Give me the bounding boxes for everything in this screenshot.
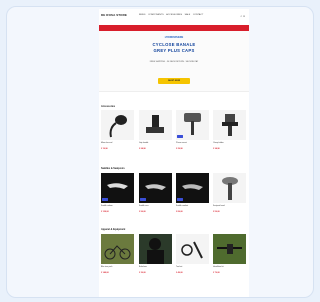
sale-badge (177, 198, 183, 201)
nav-item[interactable]: BIKES (139, 14, 145, 16)
product-card[interactable]: Handlebar kit € 79,00 (213, 234, 246, 278)
product-price: € 79,00 (213, 272, 220, 274)
hero-banner: HYDROSPHERE CYCLOSE BANALE GREY PLUS CAP… (99, 31, 249, 92)
product-name: Seatpost head (213, 205, 225, 207)
webpage-thumbnail: DE ROSA STORE BIKES COMPONENTS ACCESSORI… (99, 9, 249, 297)
grip-icon (139, 110, 172, 140)
seatpost-icon (213, 173, 246, 203)
product-name: Tool set (176, 266, 183, 268)
product-name: Mirror bar end (101, 142, 113, 144)
product-card[interactable]: Saddle race € 99,00 (139, 173, 172, 217)
product-name: Grip handle (139, 142, 149, 144)
sale-badge (102, 198, 108, 201)
hero-title-line1: CYCLOSE BANALE (152, 42, 196, 47)
product-card[interactable]: Balaclava € 39,00 (139, 234, 172, 278)
handlebar-icon (213, 234, 246, 264)
product-price: € 19,90 (101, 148, 108, 150)
product-name: Bike tour pack (101, 266, 113, 268)
site-logo[interactable]: DE ROSA STORE (101, 13, 127, 17)
product-name: Saddle race (139, 205, 149, 207)
product-card[interactable]: Phone mount € 29,90 (176, 110, 209, 154)
product-price: € 129,00 (101, 211, 109, 213)
product-price: € 24,90 (139, 148, 146, 150)
cart-icon[interactable]: ⊡ (243, 14, 245, 18)
product-price: € 29,90 (176, 148, 183, 150)
product-card[interactable]: Mirror bar end € 19,90 (101, 110, 134, 154)
hero-title-line2: GREY PLUS CAPS (153, 48, 195, 53)
product-name: Handlebar kit (213, 266, 224, 268)
product-card[interactable]: Saddle comfort € 89,00 (176, 173, 209, 217)
product-name: Saddle comfort (176, 205, 189, 207)
header-icons: ⌕ ⊡ (241, 14, 245, 18)
section-title: Accessories (101, 105, 116, 108)
bike-icon (101, 234, 134, 264)
main-nav: BIKES COMPONENTS ACCESSORIES SALE CONTAC… (139, 14, 205, 16)
hero-benefits: FREE SHIPPING · 30 DAYS RETURN · SECURE … (149, 61, 199, 63)
tools-icon (176, 234, 209, 264)
product-name: Saddle carbon (101, 205, 113, 207)
product-row: Bike tour pack € 149,00 Balaclava € 39,0… (101, 234, 247, 278)
nav-item[interactable]: COMPONENTS (148, 14, 164, 16)
sale-badge (177, 135, 183, 138)
product-row: Saddle carbon € 129,00 Saddle race € 99,… (101, 173, 247, 217)
product-card[interactable]: Clamp holder € 34,90 (213, 110, 246, 154)
product-name: Phone mount (176, 142, 187, 144)
product-price: € 89,00 (176, 211, 183, 213)
nav-item[interactable]: CONTACT (193, 14, 203, 16)
mirror-icon (101, 110, 134, 140)
nav-item[interactable]: SALE (185, 14, 191, 16)
product-price: € 39,00 (139, 272, 146, 274)
product-price: € 34,90 (213, 148, 220, 150)
product-card[interactable]: Seatpost head € 59,00 (213, 173, 246, 217)
product-price: € 49,00 (176, 272, 183, 274)
sale-badge (140, 198, 146, 201)
shop-now-button[interactable]: SHOP NOW (158, 78, 190, 84)
product-price: € 149,00 (101, 272, 109, 274)
nav-item[interactable]: ACCESSORIES (166, 14, 182, 16)
product-card[interactable]: Saddle carbon € 129,00 (101, 173, 134, 217)
hero-pretitle: HYDROSPHERE (164, 36, 184, 39)
product-card[interactable]: Bike tour pack € 149,00 (101, 234, 134, 278)
product-row: Mirror bar end € 19,90 Grip handle € 24,… (101, 110, 247, 154)
search-icon[interactable]: ⌕ (241, 14, 243, 18)
product-card[interactable]: Tool set € 49,00 (176, 234, 209, 278)
clamp-icon (213, 110, 246, 140)
preview-card: DE ROSA STORE BIKES COMPONENTS ACCESSORI… (6, 6, 314, 298)
site-header: DE ROSA STORE BIKES COMPONENTS ACCESSORI… (99, 9, 249, 26)
section-title: Saddles & Seatposts (101, 167, 125, 170)
section-title: Apparel & Equipment (101, 228, 126, 231)
person-icon (139, 234, 172, 264)
product-card[interactable]: Grip handle € 24,90 (139, 110, 172, 154)
product-name: Balaclava (139, 266, 147, 268)
product-name: Clamp holder (213, 142, 224, 144)
product-price: € 99,00 (139, 211, 146, 213)
product-price: € 59,00 (213, 211, 220, 213)
